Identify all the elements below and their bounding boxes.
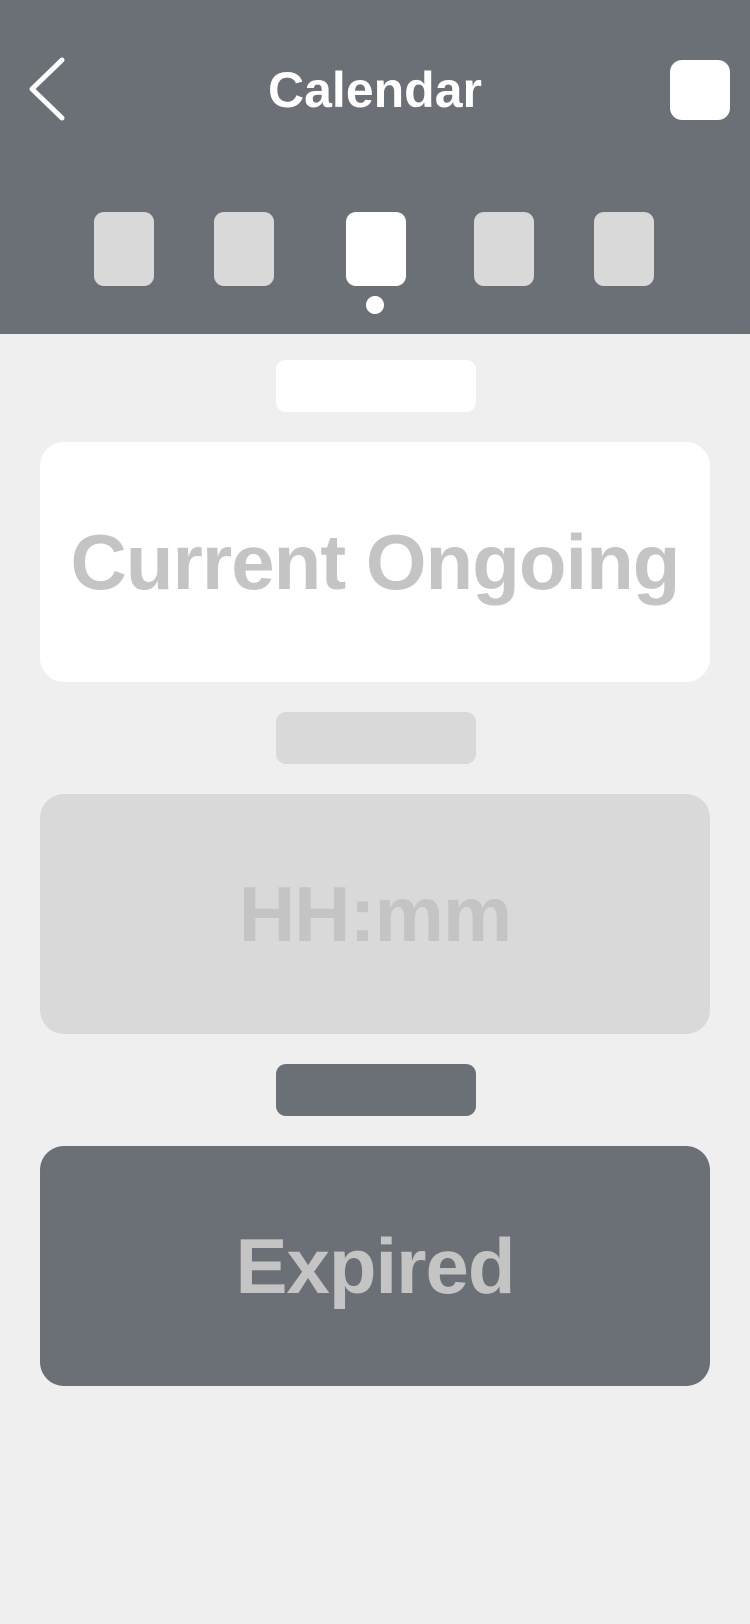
section-label-expired <box>276 1064 476 1116</box>
section-label-time <box>276 712 476 764</box>
header-action-button[interactable] <box>670 60 730 120</box>
day-chip-1[interactable] <box>94 212 154 286</box>
selected-day-indicator <box>366 296 384 314</box>
time-text: HH:mm <box>238 869 512 958</box>
expired-text: Expired <box>235 1221 515 1310</box>
expired-card[interactable]: Expired <box>40 1146 710 1386</box>
page-title: Calendar <box>268 62 482 118</box>
current-ongoing-card[interactable]: Current Ongoing <box>40 442 710 682</box>
day-chip-5[interactable] <box>594 212 654 286</box>
header-bar: Calendar <box>0 0 750 334</box>
current-ongoing-text: Current Ongoing <box>70 517 681 606</box>
day-chip-2[interactable] <box>214 212 274 286</box>
day-chip-4[interactable] <box>474 212 534 286</box>
time-card[interactable]: HH:mm <box>40 794 710 1034</box>
section-label-current <box>276 360 476 412</box>
day-chip-3-selected[interactable] <box>346 212 406 286</box>
